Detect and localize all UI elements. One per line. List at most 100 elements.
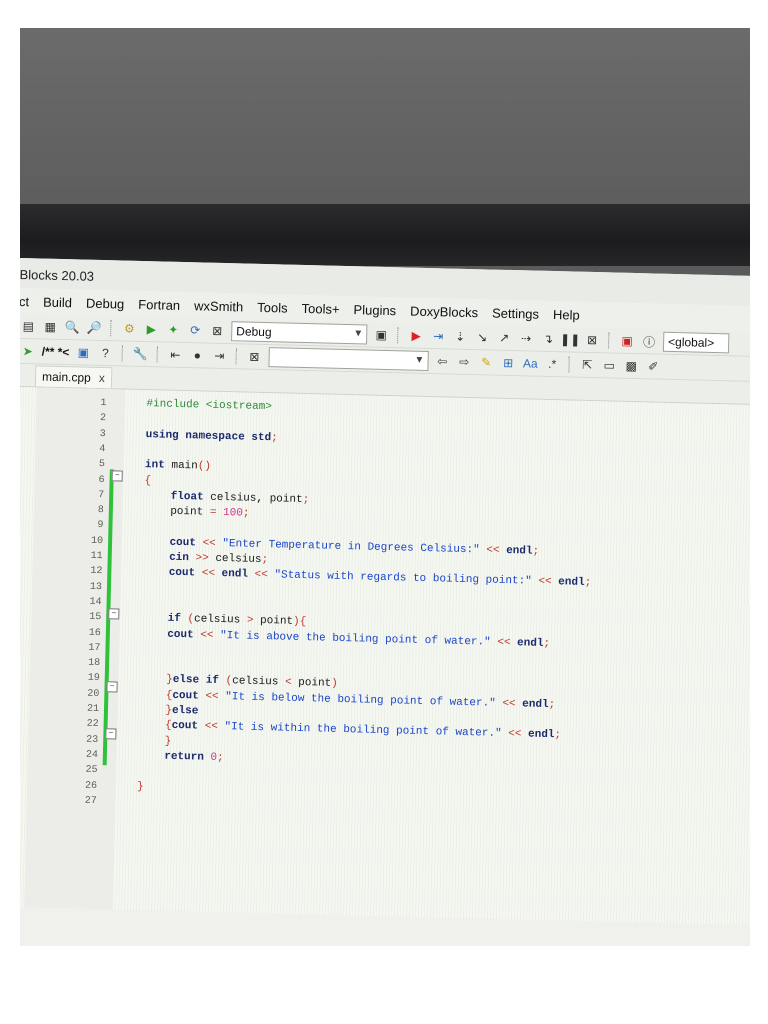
menu-project[interactable]: ct [20, 293, 29, 308]
save-icon[interactable]: ▩ [623, 358, 639, 374]
build-gear-icon[interactable]: ⚙ [121, 320, 137, 336]
background-wall [20, 28, 750, 208]
line-number: 21 [86, 703, 100, 716]
toolbar-separator [607, 332, 612, 349]
find-icon[interactable]: 🔍 [64, 319, 80, 335]
line-number: 9 [97, 520, 104, 532]
doxy-comment-icon[interactable]: ▣ [75, 344, 91, 360]
pause-icon[interactable]: ❚❚ [560, 331, 580, 347]
clear-icon[interactable]: ⊠ [246, 349, 262, 365]
bookmark-icon[interactable]: ● [189, 347, 205, 363]
line-number: 13 [89, 581, 103, 593]
close-icon[interactable]: x [99, 371, 105, 385]
stop-debug-icon[interactable]: ⊠ [584, 332, 600, 348]
code-text: {cout << "It is within the boiling point… [164, 719, 562, 742]
code-text: cout << endl << "Status with regards to … [168, 567, 592, 590]
code-text: using namespace std; [145, 428, 278, 444]
code-text: cout << "It is above the boiling point o… [167, 628, 551, 650]
tab-main-cpp[interactable]: main.cpp x [34, 365, 113, 389]
menu-debug[interactable]: Debug [86, 295, 125, 311]
line-number: 15 [89, 611, 102, 624]
fold-toggle-icon[interactable]: − [111, 470, 123, 482]
scope-select[interactable]: <global> [662, 331, 730, 354]
search-combo[interactable]: ▼ [268, 347, 429, 372]
fold-toggle-icon[interactable]: − [106, 681, 118, 693]
code-text: float celsius, point; [170, 490, 310, 506]
wrench-icon[interactable]: 🔧 [132, 346, 148, 362]
regex-icon[interactable]: .* [544, 356, 560, 372]
forward-arrow-icon[interactable]: ⇨ [456, 354, 472, 370]
edit-icon[interactable]: ✐ [645, 358, 661, 374]
tab-label: main.cpp [41, 369, 91, 385]
line-number: 23 [86, 734, 99, 746]
line-number: 4 [99, 443, 106, 456]
build-run-icon[interactable]: ✦ [165, 322, 181, 338]
line-number: 1 [100, 398, 107, 410]
replace-icon[interactable]: 🔎 [86, 320, 102, 336]
line-number: 7 [98, 489, 105, 501]
next-line-icon[interactable]: ⇣ [452, 329, 468, 345]
line-number: 5 [98, 459, 106, 471]
line-number: 10 [90, 535, 104, 547]
help-icon[interactable]: ? [97, 345, 113, 361]
codeblocks-window: Blocks 20.03 ct Build Debug Fortran wxSm… [20, 258, 750, 946]
menu-fortran[interactable]: Fortran [138, 296, 180, 312]
select-pointer-icon[interactable]: ⇱ [579, 357, 595, 373]
code-text: point = 100; [170, 505, 250, 520]
fold-toggle-icon[interactable]: − [108, 608, 120, 620]
back-arrow-icon[interactable]: ⇦ [434, 353, 450, 369]
menu-doxyblocks[interactable]: DoxyBlocks [410, 303, 478, 320]
menu-help[interactable]: Help [553, 307, 580, 323]
selected-text-icon[interactable]: ⊞ [500, 355, 516, 371]
step-out-icon[interactable]: ↗ [496, 330, 512, 346]
copy-icon[interactable]: ▤ [20, 318, 36, 334]
line-number: 14 [89, 596, 102, 608]
step-into-instruction-icon[interactable]: ↴ [540, 331, 556, 347]
code-line[interactable]: 27 [27, 793, 97, 810]
run-icon[interactable]: ▶ [143, 321, 159, 337]
next-instruction-icon[interactable]: ⇢ [518, 330, 534, 346]
fold-toggle-icon[interactable]: − [105, 728, 117, 740]
code-text: if (celsius > point){ [167, 612, 307, 629]
menu-wxsmith[interactable]: wxSmith [194, 298, 243, 314]
menu-settings[interactable]: Settings [492, 305, 539, 321]
info-icon[interactable]: ⓘ [641, 333, 657, 349]
code-text: }else [165, 704, 199, 718]
comment-block-label[interactable]: /** *< [42, 345, 70, 360]
debug-windows-icon[interactable]: ▣ [619, 333, 635, 349]
photo-frame: Blocks 20.03 ct Build Debug Fortran wxSm… [20, 28, 750, 946]
toolbar-separator [397, 327, 401, 344]
jump-back-icon[interactable]: ⇤ [167, 347, 183, 363]
line-number: 16 [88, 627, 101, 639]
paste-icon[interactable]: ▦ [42, 319, 58, 335]
match-case-icon[interactable]: Aa [522, 355, 538, 371]
line-number: 2 [99, 413, 107, 425]
show-target-icon[interactable]: ▣ [373, 327, 389, 343]
menu-tools-plus[interactable]: Tools+ [301, 300, 339, 316]
line-number: 3 [99, 428, 106, 440]
abort-icon[interactable]: ⊠ [209, 323, 225, 339]
line-number: 19 [87, 673, 100, 685]
chevron-down-icon: ▼ [414, 354, 425, 366]
jump-forward-icon[interactable]: ⇥ [211, 348, 227, 364]
step-into-icon[interactable]: ↘ [474, 329, 490, 345]
highlight-icon[interactable]: ✎ [478, 354, 494, 370]
rectangle-icon[interactable]: ▭ [601, 357, 617, 373]
line-number: 25 [85, 764, 98, 777]
code-text: return 0; [164, 750, 224, 765]
build-target-select[interactable]: Debug ▼ [231, 321, 368, 345]
line-number: 27 [84, 795, 97, 807]
line-number: 11 [90, 550, 103, 563]
menu-build[interactable]: Build [43, 294, 72, 310]
toolbar-separator [568, 356, 572, 373]
code-editor[interactable]: − − − − 1 #include <iostream> 2 3 using name… [20, 386, 750, 926]
debug-start-icon[interactable]: ▶ [408, 328, 424, 344]
code-text: { [144, 474, 152, 487]
line-number: 8 [97, 505, 104, 517]
rebuild-icon[interactable]: ⟳ [187, 322, 203, 338]
menu-plugins[interactable]: Plugins [353, 302, 396, 318]
code-text: cin >> celsius; [168, 551, 269, 567]
menu-tools[interactable]: Tools [257, 299, 288, 315]
run-to-cursor-icon[interactable]: ⇥ [430, 328, 446, 344]
doxy-wizard-icon[interactable]: ➤ [20, 343, 36, 359]
